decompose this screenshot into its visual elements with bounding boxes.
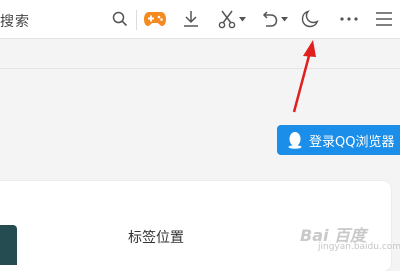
divider <box>0 68 400 69</box>
download-button[interactable] <box>180 7 202 31</box>
game-button[interactable] <box>141 7 169 31</box>
browser-toolbar: 搜索 <box>0 0 400 39</box>
watermark-text: jingyan.baidu.com <box>318 242 400 252</box>
undo-icon <box>259 9 279 29</box>
undo-button[interactable] <box>256 7 290 31</box>
menu-icon <box>375 11 393 27</box>
chevron-down-icon <box>280 16 288 22</box>
search-box-text[interactable]: 搜索 <box>0 11 30 31</box>
scissors-icon <box>217 9 237 29</box>
download-icon <box>181 9 201 29</box>
moon-icon <box>300 9 320 29</box>
more-button[interactable] <box>338 7 360 31</box>
menu-button[interactable] <box>373 7 395 31</box>
login-qq-browser-button[interactable]: 登录QQ浏览器 <box>277 125 400 155</box>
qq-penguin-icon <box>287 131 303 149</box>
search-button[interactable] <box>108 7 132 31</box>
night-mode-button[interactable] <box>298 7 322 31</box>
screenshot-button[interactable] <box>214 7 248 31</box>
game-controller-icon <box>143 10 167 28</box>
chevron-down-icon <box>238 16 246 22</box>
more-icon <box>340 17 358 21</box>
search-icon <box>112 11 128 27</box>
theme-preview-thumbnail[interactable] <box>0 225 17 265</box>
toolbar-separator <box>136 10 137 30</box>
login-label: 登录QQ浏览器 <box>309 134 395 150</box>
card-title: 标签位置 <box>128 230 184 246</box>
